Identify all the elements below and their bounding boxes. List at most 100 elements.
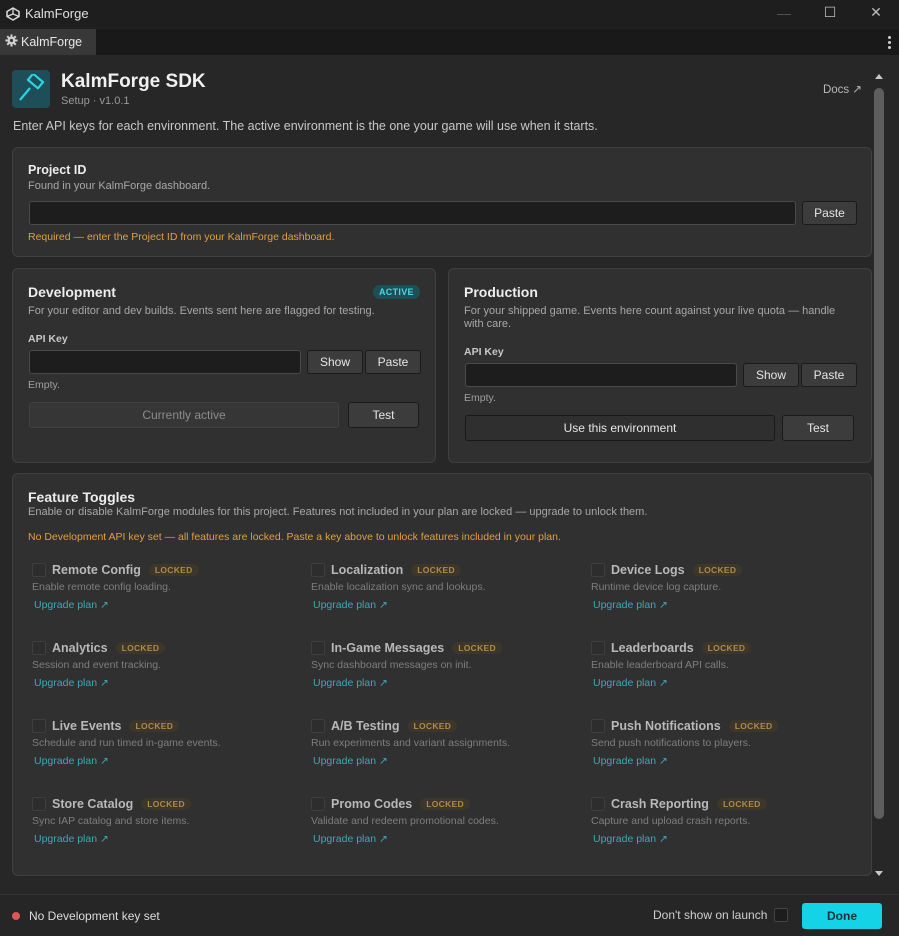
production-paste-button[interactable]: Paste [801, 363, 857, 387]
upgrade-plan-link[interactable]: Upgrade plan ↗ [34, 833, 109, 845]
locked-badge: LOCKED [701, 642, 752, 654]
feature-toggle: Live Events LOCKED Schedule and run timed … [29, 719, 289, 789]
window-title: KalmForge [25, 6, 89, 21]
feature-toggles-title: Feature Toggles [28, 489, 136, 505]
feature-name-text: Store Catalog [52, 797, 134, 811]
feature-toggle: Localization LOCKED Enable localization sy… [308, 563, 568, 633]
use-this-environment-button[interactable]: Use this environment [465, 415, 775, 441]
maximize-button[interactable]: ☐ [807, 0, 853, 25]
upgrade-plan-link[interactable]: Upgrade plan ↗ [593, 833, 668, 845]
locked-badge: LOCKED [692, 564, 743, 576]
feature-name-text: Push Notifications [611, 719, 721, 733]
feature-name: Leaderboards LOCKED [611, 641, 752, 655]
feature-checkbox [32, 719, 46, 733]
feature-toggle: Push Notifications LOCKED Send push notifi… [588, 719, 848, 789]
feature-description: Enable localization sync and lookups. [311, 581, 486, 593]
upgrade-plan-link[interactable]: Upgrade plan ↗ [313, 833, 388, 845]
feature-name-text: In-Game Messages [331, 641, 445, 655]
feature-checkbox [591, 797, 605, 811]
project-id-description: Found in your KalmForge dashboard. [28, 180, 211, 192]
feature-name-text: Analytics [52, 641, 108, 655]
upgrade-plan-link[interactable]: Upgrade plan ↗ [34, 755, 109, 767]
production-api-key-label: API Key [464, 346, 504, 358]
feature-name: Crash Reporting LOCKED [611, 797, 767, 811]
minimize-button[interactable]: — [761, 0, 807, 25]
feature-description: Run experiments and variant assignments. [311, 737, 511, 749]
feature-toggle: In-Game Messages LOCKED Sync dashboard mes… [308, 641, 568, 711]
production-test-button[interactable]: Test [782, 415, 854, 441]
development-test-button[interactable]: Test [348, 402, 419, 428]
dont-show-checkbox[interactable] [774, 908, 788, 922]
feature-description: Enable leaderboard API calls. [591, 659, 729, 671]
hammer-logo-icon [12, 70, 50, 108]
feature-name-text: Promo Codes [331, 797, 413, 811]
feature-toggle: Crash Reporting LOCKED Capture and upload … [588, 797, 848, 867]
development-description: For your editor and dev builds. Events s… [28, 305, 375, 317]
production-key-status: Empty. [464, 392, 496, 404]
feature-checkbox [311, 797, 325, 811]
project-id-warning: Required — enter the Project ID from you… [28, 231, 335, 243]
project-id-paste-button[interactable]: Paste [802, 201, 857, 225]
upgrade-plan-link[interactable]: Upgrade plan ↗ [593, 755, 668, 767]
feature-checkbox [32, 797, 46, 811]
active-badge: ACTIVE [373, 285, 420, 299]
project-id-input[interactable] [29, 201, 796, 225]
feature-checkbox [311, 719, 325, 733]
locked-badge: LOCKED [716, 798, 767, 810]
development-panel: Development ACTIVE For your editor and d… [12, 268, 436, 463]
tab-kalmforge[interactable]: KalmForge [0, 29, 96, 55]
locked-badge: LOCKED [411, 564, 461, 576]
locked-badge: LOCKED [728, 720, 779, 732]
feature-name: Device Logs LOCKED [611, 563, 743, 577]
upgrade-plan-link[interactable]: Upgrade plan ↗ [593, 677, 668, 689]
feature-description: Schedule and run timed in-game events. [32, 737, 221, 749]
production-description: For your shipped game. Events here count… [464, 305, 836, 330]
done-button[interactable]: Done [802, 903, 882, 929]
more-options-icon[interactable] [885, 34, 893, 50]
scroll-up-arrow-icon[interactable] [875, 74, 883, 79]
upgrade-plan-link[interactable]: Upgrade plan ↗ [313, 755, 388, 767]
vertical-scrollbar[interactable] [872, 74, 886, 876]
feature-toggle: Store Catalog LOCKED Sync IAP catalog and … [29, 797, 289, 867]
feature-name-text: A/B Testing [331, 719, 400, 733]
feature-toggle: Promo Codes LOCKED Validate and redeem pro… [308, 797, 568, 867]
upgrade-plan-link[interactable]: Upgrade plan ↗ [313, 677, 388, 689]
upgrade-plan-link[interactable]: Upgrade plan ↗ [593, 599, 668, 611]
development-key-status: Empty. [28, 379, 60, 391]
close-button[interactable]: ✕ [853, 0, 899, 25]
locked-badge: LOCKED [407, 720, 458, 732]
upgrade-plan-link[interactable]: Upgrade plan ↗ [34, 599, 109, 611]
unity-logo-icon [5, 6, 21, 22]
feature-checkbox [591, 641, 605, 655]
feature-description: Runtime device log capture. [591, 581, 722, 593]
status-dot-icon [12, 912, 20, 920]
scrollbar-thumb[interactable] [874, 88, 884, 819]
docs-link[interactable]: Docs ↗ [823, 82, 862, 96]
development-api-key-input[interactable] [29, 350, 301, 374]
window-titlebar: KalmForge — ☐ ✕ [0, 0, 899, 27]
feature-name: A/B Testing LOCKED [331, 719, 458, 733]
feature-checkbox [591, 719, 605, 733]
feature-name-text: Device Logs [611, 563, 685, 577]
locked-badge: LOCKED [452, 642, 502, 654]
feature-description: Session and event tracking. [32, 659, 161, 671]
feature-name: Promo Codes LOCKED [331, 797, 470, 811]
feature-name: In-Game Messages LOCKED [331, 641, 502, 655]
feature-name: Localization LOCKED [331, 563, 461, 577]
feature-toggle: A/B Testing LOCKED Run experiments and var… [308, 719, 568, 789]
feature-checkbox [311, 563, 325, 577]
scroll-down-arrow-icon[interactable] [875, 871, 883, 876]
upgrade-plan-link[interactable]: Upgrade plan ↗ [34, 677, 109, 689]
development-paste-button[interactable]: Paste [365, 350, 421, 374]
development-show-button[interactable]: Show [307, 350, 363, 374]
development-api-key-label: API Key [28, 333, 68, 345]
locked-badge: LOCKED [148, 564, 199, 576]
feature-toggle: Remote Config LOCKED Enable remote config … [29, 563, 289, 633]
project-id-panel: Project ID Found in your KalmForge dashb… [12, 147, 872, 257]
upgrade-plan-link[interactable]: Upgrade plan ↗ [313, 599, 388, 611]
feature-description: Capture and upload crash reports. [591, 815, 751, 827]
production-show-button[interactable]: Show [743, 363, 799, 387]
production-api-key-input[interactable] [465, 363, 737, 387]
feature-description: Send push notifications to players. [591, 737, 751, 749]
feature-checkbox [32, 641, 46, 655]
